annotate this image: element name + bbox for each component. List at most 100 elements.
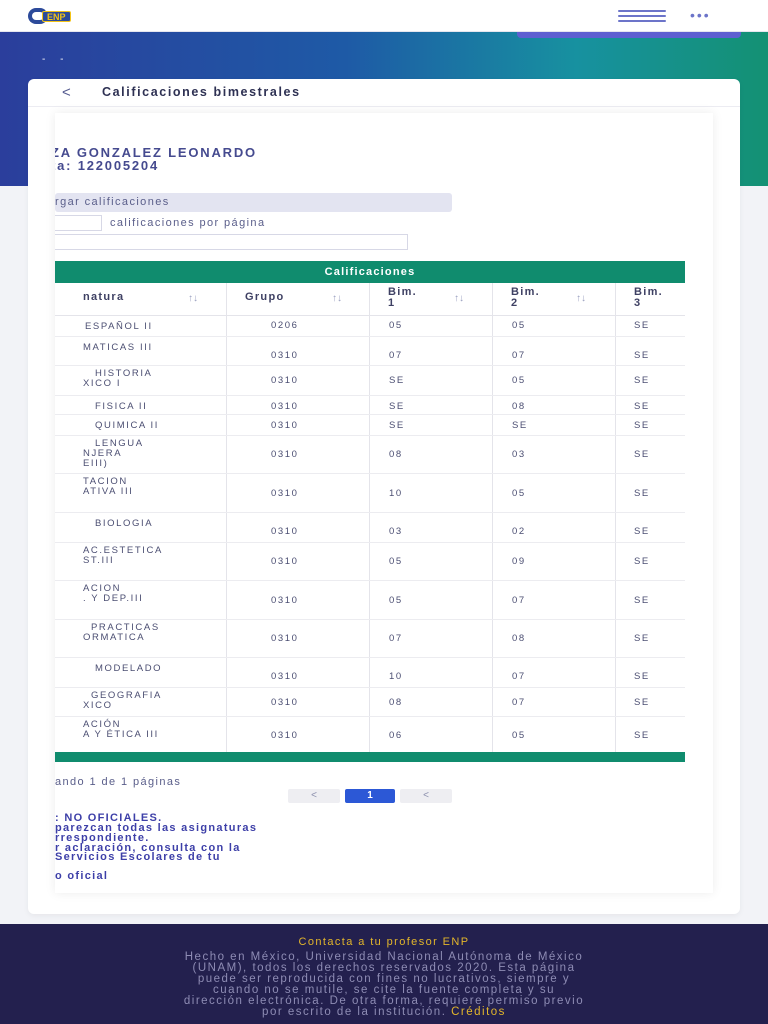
cell-asignatura: . Y DEP.III [83,593,144,604]
cell-asignatura: XICO I [83,378,122,389]
official-link[interactable]: o oficial [55,870,108,882]
cell-bim1: 10 [389,488,403,499]
cell-grupo: 0310 [271,671,299,682]
cell-asignatura: HISTORIA [95,368,153,379]
sort-icon[interactable]: ↑↓ [454,293,464,304]
cell-asignatura: ST.III [83,555,115,566]
cell-bim2: 05 [512,730,526,741]
footer: Contacta a tu profesor ENP Hecho en Méxi… [0,924,768,1024]
cell-asignatura: A Y ÉTICA III [83,729,159,740]
table-row: QUIMICA II 0310 SE SE SE [55,415,685,436]
note-line: Servicios Escolares de tu [55,851,221,863]
header-bim2[interactable]: Bim. 2 [511,287,540,309]
enp-logo[interactable]: ENP [28,8,102,24]
cell-grupo: 0310 [271,420,299,431]
table-row: GEOGRAFIA XICO 0310 08 07 SE [55,688,685,717]
sort-icon[interactable]: ↑↓ [576,293,586,304]
cell-grupo: 0310 [271,449,299,460]
pagination-prev-button[interactable]: < [288,789,340,803]
cell-bim3: SE [634,671,650,682]
cell-asignatura: BIOLOGIA [95,518,154,529]
cell-bim3: SE [634,375,650,386]
cell-bim3: SE [634,526,650,537]
cell-bim3: SE [634,556,650,567]
footer-line: por escrito de la institución. [262,1006,447,1018]
cell-bim1: 10 [389,671,403,682]
cell-bim2: 09 [512,556,526,567]
cell-grupo: 0310 [271,595,299,606]
cell-bim3: SE [634,595,650,606]
header-asignatura[interactable]: natura [83,292,124,303]
cell-bim2: 05 [512,320,526,331]
cell-grupo: 0310 [271,633,299,644]
contact-teacher-link[interactable]: Contacta a tu profesor ENP [0,936,768,948]
cell-bim2: 02 [512,526,526,537]
cell-grupo: 0310 [271,488,299,499]
cell-bim2: 07 [512,350,526,361]
cell-grupo: 0206 [271,320,299,331]
load-grades-button[interactable]: rgar calificaciones [55,193,452,212]
cell-bim2: 03 [512,449,526,460]
header-bim1[interactable]: Bim. 1 [388,287,417,309]
cell-grupo: 0310 [271,375,299,386]
table-row: ESPAÑOL II 0206 05 05 SE [55,316,685,337]
cell-grupo: 0310 [271,526,299,537]
page-title: Calificaciones bimestrales [102,85,301,99]
sort-icon[interactable]: ↑↓ [188,293,198,304]
cell-bim1: 03 [389,526,403,537]
cell-bim3: SE [634,449,650,460]
cell-asignatura: TACION [83,476,128,487]
table-header: natura ↑↓ Grupo ↑↓ Bim. 1 ↑↓ Bim. 2 ↑↓ B… [55,283,685,316]
cell-asignatura: ATIVA III [83,486,134,497]
footer-line-last: por escrito de la institución. Créditos [40,1006,728,1018]
cell-asignatura: ACIÓN [83,719,122,730]
cell-bim1: 07 [389,350,403,361]
cell-bim2: 05 [512,375,526,386]
cell-asignatura: LENGUA [95,438,144,449]
back-button[interactable]: < [62,84,71,101]
card-header: < Calificaciones bimestrales [28,79,740,107]
cell-bim3: SE [634,350,650,361]
cell-bim1: 05 [389,556,403,567]
per-page-control: calificaciones por página [55,215,265,231]
cell-grupo: 0310 [271,730,299,741]
cell-bim3: SE [634,420,650,431]
cell-bim1: 05 [389,320,403,331]
cell-bim3: SE [634,730,650,741]
per-page-select[interactable] [55,215,102,231]
header-grupo[interactable]: Grupo [245,292,285,303]
cell-asignatura: ESPAÑOL II [85,321,153,332]
footer-legal-text: Hecho en México, Universidad Nacional Au… [40,951,728,1018]
dots-icon[interactable]: ••• [690,8,732,22]
cell-bim3: SE [634,633,650,644]
sort-icon[interactable]: ↑↓ [332,293,342,304]
table-row: HISTORIA XICO I 0310 SE 05 SE [55,366,685,396]
table-row: BIOLOGIA 0310 03 02 SE [55,513,685,543]
header-bim3[interactable]: Bim. 3 [634,287,663,309]
cell-asignatura: FISICA II [95,401,148,412]
credits-link[interactable]: Créditos [451,1006,506,1018]
cell-bim1: 06 [389,730,403,741]
cell-bim1: SE [389,375,405,386]
cell-bim2: 08 [512,401,526,412]
grades-panel: ZA GONZALEZ LEONARDO ta: 122005204 rgar … [55,113,713,893]
hamburger-icon[interactable] [618,10,666,22]
cell-bim1: 05 [389,595,403,606]
pagination-next-button[interactable]: < [400,789,452,803]
purple-tab-accent [517,32,741,38]
cell-asignatura: MODELADO [95,663,163,674]
pagination-page-1[interactable]: 1 [345,789,395,803]
table-row: TACION ATIVA III 0310 10 05 SE [55,474,685,513]
grades-table: Calificaciones natura ↑↓ Grupo ↑↓ Bim. 1… [55,261,685,766]
student-account: ta: 122005204 [55,158,159,173]
cell-asignatura: ACION [83,583,122,594]
logo-text: ENP [42,11,71,22]
table-row: ACIÓN A Y ÉTICA III 0310 06 05 SE [55,717,685,755]
search-input[interactable] [55,234,408,250]
table-footer-bar [55,752,685,762]
cell-asignatura: GEOGRAFIA [91,690,162,701]
cell-asignatura: XICO [83,700,113,711]
cell-grupo: 0310 [271,401,299,412]
hero-dashes: - - [42,54,70,65]
table-row: FISICA II 0310 SE 08 SE [55,396,685,415]
